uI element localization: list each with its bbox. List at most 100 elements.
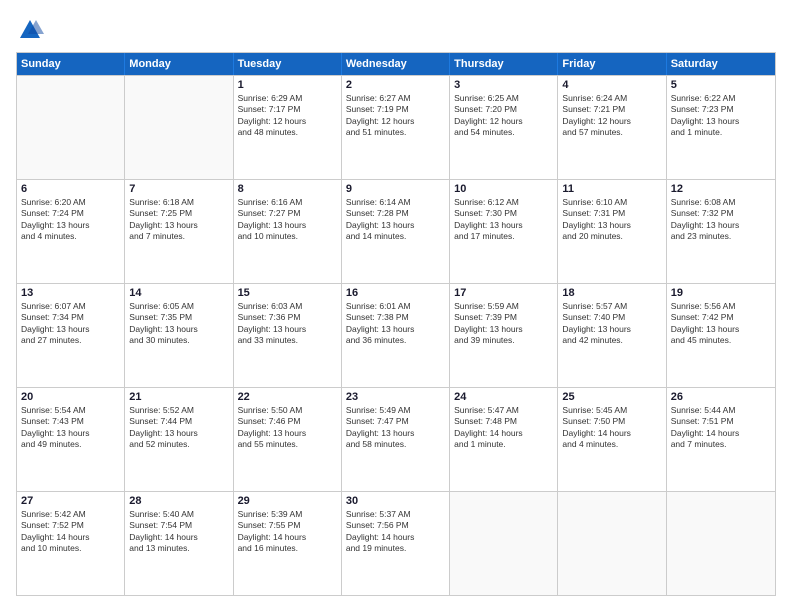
day-cell-25: 25 Sunrise: 5:45 AM Sunset: 7:50 PM Dayli… [558, 388, 666, 491]
day-info: Sunrise: 6:01 AM Sunset: 7:38 PM Dayligh… [346, 301, 445, 347]
day-info: Sunrise: 5:44 AM Sunset: 7:51 PM Dayligh… [671, 405, 771, 451]
calendar-row-0: 1Sunrise: 6:29 AM Sunset: 7:17 PM Daylig… [17, 75, 775, 179]
day-number: 27 [21, 495, 120, 507]
day-cell-9: 9 Sunrise: 6:14 AM Sunset: 7:28 PM Daylig… [342, 180, 450, 283]
day-number: 10 [454, 183, 553, 195]
day-cell-12: 12 Sunrise: 6:08 AM Sunset: 7:32 PM Dayli… [667, 180, 775, 283]
day-cell-21: 21Sunrise: 5:52 AM Sunset: 7:44 PM Dayli… [125, 388, 233, 491]
empty-cell [667, 492, 775, 595]
day-number: 13 [21, 287, 120, 299]
day-cell-23: 23 Sunrise: 5:49 AM Sunset: 7:47 PM Dayli… [342, 388, 450, 491]
day-number: 12 [671, 183, 771, 195]
day-info: Sunrise: 6:10 AM Sunset: 7:31 PM Dayligh… [562, 197, 661, 243]
weekday-header-saturday: Saturday [667, 53, 775, 75]
day-number: 11 [562, 183, 661, 195]
day-info: Sunrise: 6:25 AM Sunset: 7:20 PM Dayligh… [454, 93, 553, 139]
day-info: Sunrise: 5:37 AM Sunset: 7:56 PM Dayligh… [346, 509, 445, 555]
calendar: SundayMondayTuesdayWednesdayThursdayFrid… [16, 52, 776, 596]
day-cell-28: 28 Sunrise: 5:40 AM Sunset: 7:54 PM Dayli… [125, 492, 233, 595]
day-info: Sunrise: 6:05 AM Sunset: 7:35 PM Dayligh… [129, 301, 228, 347]
day-info: Sunrise: 6:12 AM Sunset: 7:30 PM Dayligh… [454, 197, 553, 243]
day-info: Sunrise: 6:16 AM Sunset: 7:27 PM Dayligh… [238, 197, 337, 243]
day-number: 15 [238, 287, 337, 299]
day-info: Sunrise: 5:52 AM Sunset: 7:44 PM Dayligh… [129, 405, 228, 451]
day-number: 14 [129, 287, 228, 299]
day-cell-22: 22Sunrise: 5:50 AM Sunset: 7:46 PM Dayli… [234, 388, 342, 491]
day-number: 6 [21, 183, 120, 195]
day-cell-24: 24Sunrise: 5:47 AM Sunset: 7:48 PM Dayli… [450, 388, 558, 491]
day-info: Sunrise: 6:07 AM Sunset: 7:34 PM Dayligh… [21, 301, 120, 347]
day-cell-10: 10 Sunrise: 6:12 AM Sunset: 7:30 PM Dayli… [450, 180, 558, 283]
day-info: Sunrise: 6:24 AM Sunset: 7:21 PM Dayligh… [562, 93, 661, 139]
empty-cell [558, 492, 666, 595]
day-number: 1 [238, 79, 337, 91]
day-number: 3 [454, 79, 553, 91]
day-number: 5 [671, 79, 771, 91]
day-cell-4: 4 Sunrise: 6:24 AM Sunset: 7:21 PM Daylig… [558, 76, 666, 179]
day-number: 16 [346, 287, 445, 299]
day-number: 29 [238, 495, 337, 507]
day-info: Sunrise: 6:22 AM Sunset: 7:23 PM Dayligh… [671, 93, 771, 139]
day-number: 22 [238, 391, 337, 403]
day-number: 2 [346, 79, 445, 91]
day-cell-5: 5 Sunrise: 6:22 AM Sunset: 7:23 PM Daylig… [667, 76, 775, 179]
page: SundayMondayTuesdayWednesdayThursdayFrid… [0, 0, 792, 612]
day-info: Sunrise: 6:20 AM Sunset: 7:24 PM Dayligh… [21, 197, 120, 243]
day-info: Sunrise: 5:40 AM Sunset: 7:54 PM Dayligh… [129, 509, 228, 555]
day-info: Sunrise: 5:42 AM Sunset: 7:52 PM Dayligh… [21, 509, 120, 555]
day-number: 26 [671, 391, 771, 403]
day-info: Sunrise: 5:54 AM Sunset: 7:43 PM Dayligh… [21, 405, 120, 451]
weekday-header-friday: Friday [558, 53, 666, 75]
day-info: Sunrise: 6:14 AM Sunset: 7:28 PM Dayligh… [346, 197, 445, 243]
day-info: Sunrise: 5:47 AM Sunset: 7:48 PM Dayligh… [454, 405, 553, 451]
day-cell-2: 2 Sunrise: 6:27 AM Sunset: 7:19 PM Daylig… [342, 76, 450, 179]
day-cell-8: 8Sunrise: 6:16 AM Sunset: 7:27 PM Daylig… [234, 180, 342, 283]
day-info: Sunrise: 5:56 AM Sunset: 7:42 PM Dayligh… [671, 301, 771, 347]
day-number: 17 [454, 287, 553, 299]
day-info: Sunrise: 6:03 AM Sunset: 7:36 PM Dayligh… [238, 301, 337, 347]
weekday-header-monday: Monday [125, 53, 233, 75]
day-info: Sunrise: 6:18 AM Sunset: 7:25 PM Dayligh… [129, 197, 228, 243]
day-number: 19 [671, 287, 771, 299]
day-cell-20: 20 Sunrise: 5:54 AM Sunset: 7:43 PM Dayli… [17, 388, 125, 491]
day-number: 30 [346, 495, 445, 507]
day-cell-15: 15 Sunrise: 6:03 AM Sunset: 7:36 PM Dayli… [234, 284, 342, 387]
logo-icon [16, 16, 44, 44]
day-number: 23 [346, 391, 445, 403]
day-number: 18 [562, 287, 661, 299]
day-cell-11: 11 Sunrise: 6:10 AM Sunset: 7:31 PM Dayli… [558, 180, 666, 283]
empty-cell [125, 76, 233, 179]
weekday-header-tuesday: Tuesday [234, 53, 342, 75]
calendar-row-2: 13 Sunrise: 6:07 AM Sunset: 7:34 PM Dayli… [17, 283, 775, 387]
day-cell-1: 1Sunrise: 6:29 AM Sunset: 7:17 PM Daylig… [234, 76, 342, 179]
calendar-header: SundayMondayTuesdayWednesdayThursdayFrid… [17, 53, 775, 75]
day-number: 28 [129, 495, 228, 507]
day-cell-3: 3 Sunrise: 6:25 AM Sunset: 7:20 PM Daylig… [450, 76, 558, 179]
day-number: 4 [562, 79, 661, 91]
day-cell-19: 19 Sunrise: 5:56 AM Sunset: 7:42 PM Dayli… [667, 284, 775, 387]
day-number: 25 [562, 391, 661, 403]
day-cell-17: 17 Sunrise: 5:59 AM Sunset: 7:39 PM Dayli… [450, 284, 558, 387]
day-cell-7: 7 Sunrise: 6:18 AM Sunset: 7:25 PM Daylig… [125, 180, 233, 283]
day-info: Sunrise: 5:49 AM Sunset: 7:47 PM Dayligh… [346, 405, 445, 451]
day-info: Sunrise: 5:45 AM Sunset: 7:50 PM Dayligh… [562, 405, 661, 451]
day-cell-6: 6 Sunrise: 6:20 AM Sunset: 7:24 PM Daylig… [17, 180, 125, 283]
day-cell-29: 29Sunrise: 5:39 AM Sunset: 7:55 PM Dayli… [234, 492, 342, 595]
day-cell-27: 27 Sunrise: 5:42 AM Sunset: 7:52 PM Dayli… [17, 492, 125, 595]
logo [16, 16, 48, 44]
day-cell-16: 16 Sunrise: 6:01 AM Sunset: 7:38 PM Dayli… [342, 284, 450, 387]
weekday-header-thursday: Thursday [450, 53, 558, 75]
weekday-header-sunday: Sunday [17, 53, 125, 75]
day-cell-14: 14 Sunrise: 6:05 AM Sunset: 7:35 PM Dayli… [125, 284, 233, 387]
empty-cell [450, 492, 558, 595]
day-cell-30: 30 Sunrise: 5:37 AM Sunset: 7:56 PM Dayli… [342, 492, 450, 595]
day-number: 7 [129, 183, 228, 195]
day-number: 20 [21, 391, 120, 403]
day-cell-13: 13 Sunrise: 6:07 AM Sunset: 7:34 PM Dayli… [17, 284, 125, 387]
day-number: 9 [346, 183, 445, 195]
day-info: Sunrise: 5:59 AM Sunset: 7:39 PM Dayligh… [454, 301, 553, 347]
day-info: Sunrise: 6:27 AM Sunset: 7:19 PM Dayligh… [346, 93, 445, 139]
day-info: Sunrise: 6:08 AM Sunset: 7:32 PM Dayligh… [671, 197, 771, 243]
weekday-header-wednesday: Wednesday [342, 53, 450, 75]
calendar-row-4: 27 Sunrise: 5:42 AM Sunset: 7:52 PM Dayli… [17, 491, 775, 595]
